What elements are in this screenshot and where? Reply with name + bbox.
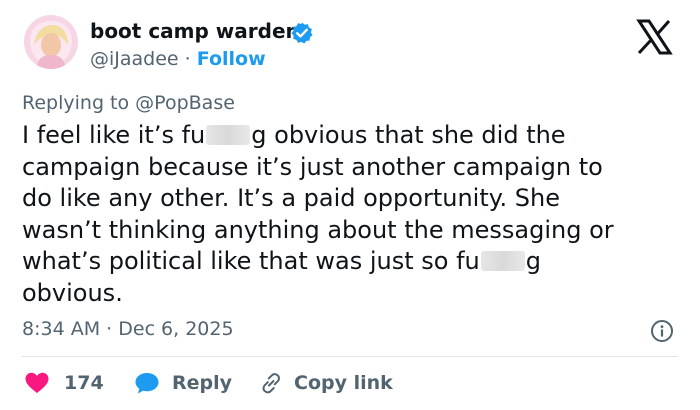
tweet-text: I feel like it’s fu g obvious that she di… — [22, 120, 682, 309]
user-handle[interactable]: @iJaadee — [90, 48, 179, 70]
info-icon[interactable] — [650, 319, 674, 343]
tweet-line: obvious. — [22, 278, 123, 307]
tweet-line-part: g obvious that she did the — [251, 121, 566, 149]
reply-label: Reply — [172, 372, 233, 394]
divider — [22, 356, 678, 357]
like-button[interactable]: 174 — [24, 370, 104, 396]
follow-button[interactable]: Follow — [197, 48, 266, 70]
link-icon — [262, 373, 280, 394]
timestamp[interactable]: 8:34 AM · Dec 6, 2025 — [22, 318, 234, 340]
tweet-line: campaign because it’s just another campa… — [22, 152, 603, 181]
separator-dot: · — [106, 318, 113, 340]
action-bar: 174 Reply Copy link — [22, 370, 678, 396]
tweet-card: boot camp warden @iJaadee · Follow Reply… — [0, 0, 700, 410]
handle-row: @iJaadee · Follow — [90, 48, 266, 70]
replying-prefix: Replying to — [22, 92, 130, 114]
tweet-line: what’s political like that was just so f… — [22, 246, 682, 278]
tweet-line: do like any other. It’s a paid opportuni… — [22, 184, 560, 212]
tweet-date: Dec 6, 2025 — [118, 318, 234, 340]
copy-link-label: Copy link — [294, 372, 393, 394]
tweet-line: wasn’t thinking anything about the messa… — [22, 215, 614, 244]
avatar[interactable] — [24, 15, 78, 69]
heart-icon — [25, 372, 49, 393]
tweet-line-part: what’s political like that was just so f… — [22, 247, 480, 275]
censor-blur — [206, 125, 251, 145]
like-count: 174 — [64, 372, 104, 394]
separator-dot: · — [184, 48, 191, 70]
tweet-line-part: I feel like it’s fu — [22, 121, 206, 149]
censor-blur — [480, 251, 525, 271]
copy-link-button[interactable]: Copy link — [258, 370, 393, 396]
reply-button[interactable]: Reply — [134, 370, 232, 396]
avatar-image — [24, 15, 78, 69]
tweet-line-part: g — [525, 247, 541, 275]
display-name[interactable]: boot camp warden — [90, 19, 300, 43]
replying-handle[interactable]: @PopBase — [135, 92, 235, 114]
tweet-line: I feel like it’s fu g obvious that she di… — [22, 120, 682, 152]
speech-bubble-icon — [135, 373, 159, 394]
replying-to: Replying to @PopBase — [22, 92, 235, 114]
x-logo-icon[interactable] — [634, 17, 674, 57]
tweet-time: 8:34 AM — [22, 318, 101, 340]
verified-badge-icon — [291, 22, 313, 44]
